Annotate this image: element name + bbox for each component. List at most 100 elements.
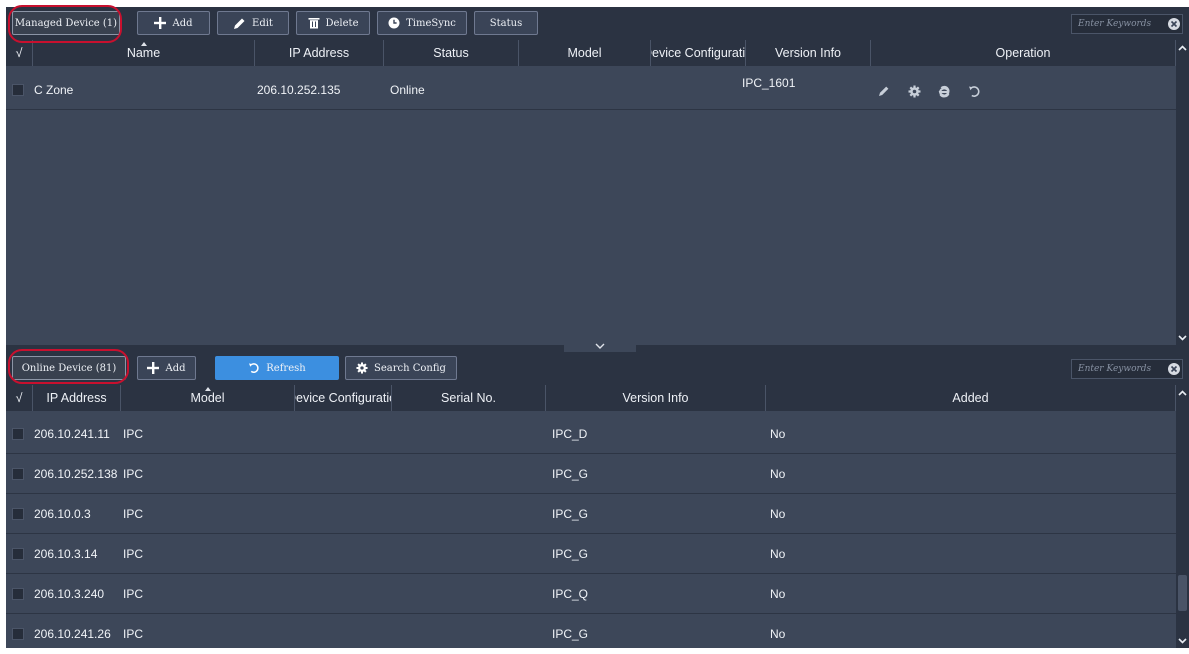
add-online-device-button[interactable]: Add xyxy=(137,356,196,380)
clear-search-icon[interactable] xyxy=(1168,18,1180,30)
managed-device-highlight xyxy=(8,5,122,43)
scroll-down-icon[interactable] xyxy=(1177,635,1188,646)
status-button[interactable]: Status xyxy=(474,11,538,35)
refresh-button-label: Refresh xyxy=(266,362,306,374)
table-row[interactable]: 206.10.252.138 IPC IPC_G No xyxy=(6,454,1176,494)
managed-search-input[interactable] xyxy=(1078,17,1162,31)
device-ip: 206.10.241.26 xyxy=(34,627,111,641)
gear-icon xyxy=(356,362,368,374)
collapse-chevron-icon[interactable] xyxy=(564,340,636,352)
device-added: No xyxy=(770,427,786,441)
device-version: IPC_1601 xyxy=(742,76,796,90)
add-device-button[interactable]: Add xyxy=(137,11,210,35)
column-status[interactable]: Status xyxy=(384,40,519,66)
timesync-button-label: TimeSync xyxy=(406,17,456,29)
select-all-header[interactable]: √ xyxy=(6,40,33,66)
row-checkbox[interactable] xyxy=(12,428,24,440)
column-model[interactable]: Model xyxy=(121,385,295,411)
search-config-button[interactable]: Search Config xyxy=(345,356,457,380)
online-device-highlight xyxy=(8,349,129,384)
column-device-configuration[interactable]: Device Configuration xyxy=(651,40,746,66)
refresh-button[interactable]: Refresh xyxy=(215,356,339,380)
device-model: IPC xyxy=(123,587,144,601)
online-scrollbar[interactable] xyxy=(1176,385,1189,648)
device-ip: 206.10.252.135 xyxy=(257,83,341,97)
settings-icon[interactable] xyxy=(906,83,922,99)
column-serial-no[interactable]: Serial No. xyxy=(392,385,546,411)
table-row[interactable]: 206.10.241.26 IPC IPC_G No xyxy=(6,614,1176,654)
managed-toolbar: Managed Device (1) Add Edit Delete TimeS… xyxy=(6,7,1189,40)
refresh-icon xyxy=(248,362,260,374)
column-version-info[interactable]: Version Info xyxy=(546,385,766,411)
managed-search-box xyxy=(1071,14,1183,34)
table-row[interactable]: 206.10.0.3 IPC IPC_G No xyxy=(6,494,1176,534)
device-model: IPC xyxy=(123,427,144,441)
column-model[interactable]: Model xyxy=(519,40,651,66)
refresh-icon[interactable] xyxy=(966,83,982,99)
browser-icon[interactable] xyxy=(936,83,952,99)
online-add-button-label: Add xyxy=(165,362,186,374)
online-table-header: √ IP Address Model Device Configuration … xyxy=(6,385,1176,411)
delete-device-button[interactable]: Delete xyxy=(296,11,370,35)
online-toolbar: Online Device (81) Add Refresh Search Co… xyxy=(6,352,1189,385)
device-ip: 206.10.241.11 xyxy=(34,427,110,441)
table-row[interactable]: 206.10.3.240 IPC IPC_Q No xyxy=(6,574,1176,614)
managed-table-header: √ Name IP Address Status Model Device Co… xyxy=(6,40,1176,66)
table-row[interactable]: 206.10.241.11 IPC IPC_D No xyxy=(6,414,1176,454)
device-model: IPC xyxy=(123,547,144,561)
device-version: IPC_G xyxy=(552,467,589,481)
timesync-button[interactable]: TimeSync xyxy=(377,11,467,35)
row-checkbox[interactable] xyxy=(12,588,24,600)
managed-device-panel: Managed Device (1) Add Edit Delete TimeS… xyxy=(6,7,1189,345)
clear-search-icon[interactable] xyxy=(1168,363,1180,375)
device-version: IPC_G xyxy=(552,507,589,521)
device-model: IPC xyxy=(123,507,144,521)
column-ip-address[interactable]: IP Address xyxy=(33,385,121,411)
device-version: IPC_Q xyxy=(552,587,589,601)
pencil-icon xyxy=(233,17,246,30)
column-ip-address[interactable]: IP Address xyxy=(255,40,384,66)
device-ip: 206.10.0.3 xyxy=(34,507,91,521)
device-added: No xyxy=(770,627,786,641)
device-ip: 206.10.252.138 xyxy=(34,467,118,481)
select-all-header[interactable]: √ xyxy=(6,385,33,411)
row-checkbox[interactable] xyxy=(12,628,24,640)
row-checkbox[interactable] xyxy=(12,548,24,560)
column-operation[interactable]: Operation xyxy=(871,40,1176,66)
managed-scrollbar[interactable] xyxy=(1176,40,1189,345)
device-added: No xyxy=(770,507,786,521)
row-checkbox[interactable] xyxy=(12,84,24,96)
device-version: IPC_D xyxy=(552,427,588,441)
device-version: IPC_G xyxy=(552,547,589,561)
online-device-panel: Online Device (81) Add Refresh Search Co… xyxy=(6,352,1189,648)
online-search-box xyxy=(1071,359,1183,379)
device-name: C Zone xyxy=(34,83,74,97)
status-button-label: Status xyxy=(489,17,523,29)
device-added: No xyxy=(770,547,786,561)
edit-icon[interactable] xyxy=(876,83,892,99)
column-name[interactable]: Name xyxy=(33,40,255,66)
column-added[interactable]: Added xyxy=(766,385,1176,411)
scroll-up-icon[interactable] xyxy=(1177,42,1188,53)
row-checkbox[interactable] xyxy=(12,508,24,520)
column-device-configuration[interactable]: Device Configuration xyxy=(295,385,392,411)
online-search-input[interactable] xyxy=(1078,362,1162,376)
clock-icon xyxy=(388,17,400,29)
plus-icon xyxy=(154,17,167,29)
scroll-down-icon[interactable] xyxy=(1177,332,1188,343)
search-config-button-label: Search Config xyxy=(374,362,446,374)
edit-button-label: Edit xyxy=(252,17,273,29)
device-ip: 206.10.3.240 xyxy=(34,587,105,601)
delete-button-label: Delete xyxy=(325,17,359,29)
trash-icon xyxy=(308,17,320,29)
table-row[interactable]: C Zone 206.10.252.135 Online IPC_1601 xyxy=(6,70,1176,110)
add-button-label: Add xyxy=(172,17,193,29)
scroll-thumb[interactable] xyxy=(1178,575,1187,611)
edit-device-button[interactable]: Edit xyxy=(217,11,289,35)
device-ip: 206.10.3.14 xyxy=(34,547,98,561)
plus-icon xyxy=(147,362,160,374)
scroll-up-icon[interactable] xyxy=(1177,387,1188,398)
device-model: IPC xyxy=(123,627,144,641)
table-row[interactable]: 206.10.3.14 IPC IPC_G No xyxy=(6,534,1176,574)
row-checkbox[interactable] xyxy=(12,468,24,480)
